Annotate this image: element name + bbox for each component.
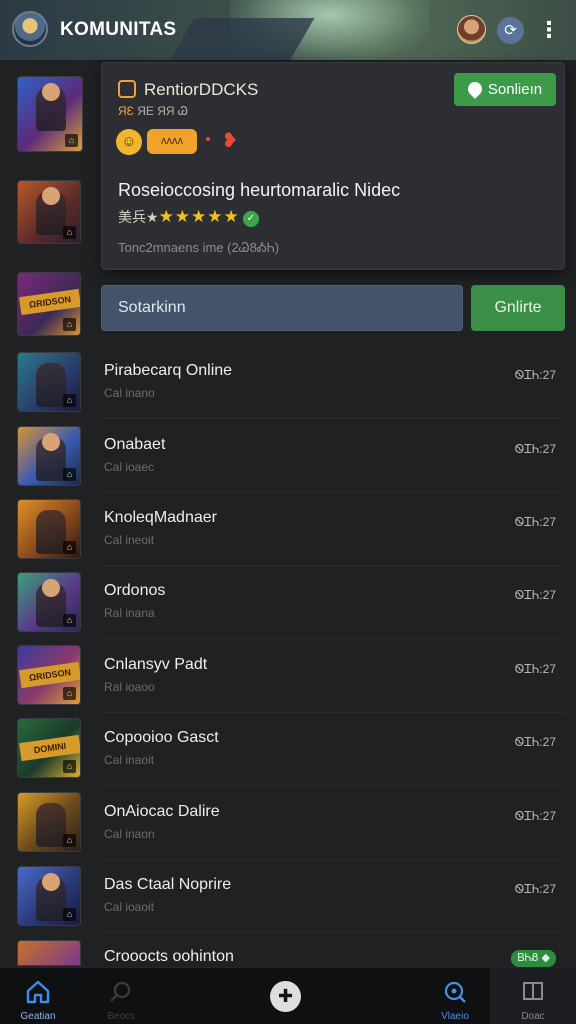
search-input[interactable] [101,285,463,331]
bottom-nav: Geatian Beocs ✚ Vlaeio Doac [0,967,576,1024]
explore-icon [444,981,466,1003]
status-dot [206,137,210,141]
nav-home[interactable]: Geatian [10,968,66,1024]
list-item[interactable]: OnAiocac Dalire Cal inaon ᏫᏆᏂ:27 [101,787,565,860]
list-item[interactable]: Cnlansyv Padt Ral ioaoo ᏫᏆᏂ:27 [101,640,565,713]
user-avatar-icon[interactable] [457,15,486,44]
nav-explore[interactable]: Vlaeio [427,968,483,1024]
follow-button[interactable]: Sonlieın [454,73,556,106]
thumbnail-7[interactable]: ⌂ [17,572,81,632]
header-background-roof [165,18,315,60]
online-button[interactable]: Gnlirte [471,285,565,331]
card-title: RentiorDDCKS [144,80,259,99]
game-logo-icon[interactable] [12,11,48,47]
book-icon [523,982,543,1000]
home-icon [26,980,50,1004]
thumbnail-10[interactable]: ⌂ [17,792,81,852]
list-item[interactable]: Ordonos Ral inana ᏫᏆᏂ:27 [101,566,565,639]
list-item[interactable]: Onabaet Cal ioaec ᏫᏆᏂ:27 [101,420,565,493]
nav-search[interactable]: Beocs [93,968,149,1024]
status-badge: ᏴᏂᏰ ◆ [511,950,556,967]
profile-popup-card: RentiorDDCKS ЯƐ ЯЕ ЯЯ Ꮚ ☺ ᴧᴧᴧᴧ ❥ Sonlieı… [101,62,565,270]
app-header: KOMUNITAS ⟳ ⋮ [0,0,576,60]
card-meta: Tonc2mnaens ime (2Ꮚ8ᎣᏂ) [118,240,280,255]
list-item[interactable]: Pirabecarq Online Cal inano ᏫᏆᏂ:27 [101,346,565,419]
verified-badge-icon: ✓ [242,211,259,227]
thumbnail-2[interactable]: ⌂ [17,180,81,244]
center-action-icon[interactable]: ✚ [270,981,301,1012]
thumbnail-5[interactable]: ⌂ [17,426,81,486]
rating-row: 美兵★★★★★★ ✓ [118,207,259,227]
thumbnail-3[interactable]: ΩRIDSON ⌂ [17,272,81,336]
thumbnail-9[interactable]: DOMINI ⌂ [17,718,81,778]
star-rating: ★★★★★ [158,207,240,226]
thumbnail-1[interactable]: ⌂ [17,76,83,152]
list-item[interactable]: KnoleqMadnaer Cal ineoit ᏫᏆᏂ:27 [101,493,565,566]
thumbnail-11[interactable]: ⌂ [17,866,81,926]
thumbnail-12[interactable] [17,940,81,966]
list-item[interactable]: Crooocts oohinton ᏴᏂᏰ ◆ [101,934,565,967]
thumbnail-8[interactable]: ΩRIDSON ⌂ [17,645,81,705]
thumbnail-6[interactable]: ⌂ [17,499,81,559]
smile-emoji-icon[interactable]: ☺ [116,129,142,155]
app-title: KOMUNITAS [60,19,177,40]
pin-icon [464,79,485,99]
nav-docs[interactable]: Doac [505,968,561,1024]
share-icon[interactable]: ⟳ [497,17,524,44]
list-item[interactable]: Copooioo Gasct Cal inaoit ᏫᏆᏂ:27 [101,713,565,786]
search-icon [110,981,131,1002]
card-headline: Roseioccosing heurtomaralic Nidec [118,180,401,200]
profile-icon [118,80,136,98]
card-subtitle: ЯƐ ЯЕ ЯЯ Ꮚ [118,104,189,118]
list-item[interactable]: Das Ctaal Noprire Cal ioaoit ᏫᏆᏂ:27 [101,860,565,933]
more-vertical-icon[interactable]: ⋮ [538,16,560,44]
level-pill[interactable]: ᴧᴧᴧᴧ [147,129,197,154]
thumbnail-4[interactable]: ⌂ [17,352,81,412]
heart-icon[interactable]: ❥ [218,129,242,153]
